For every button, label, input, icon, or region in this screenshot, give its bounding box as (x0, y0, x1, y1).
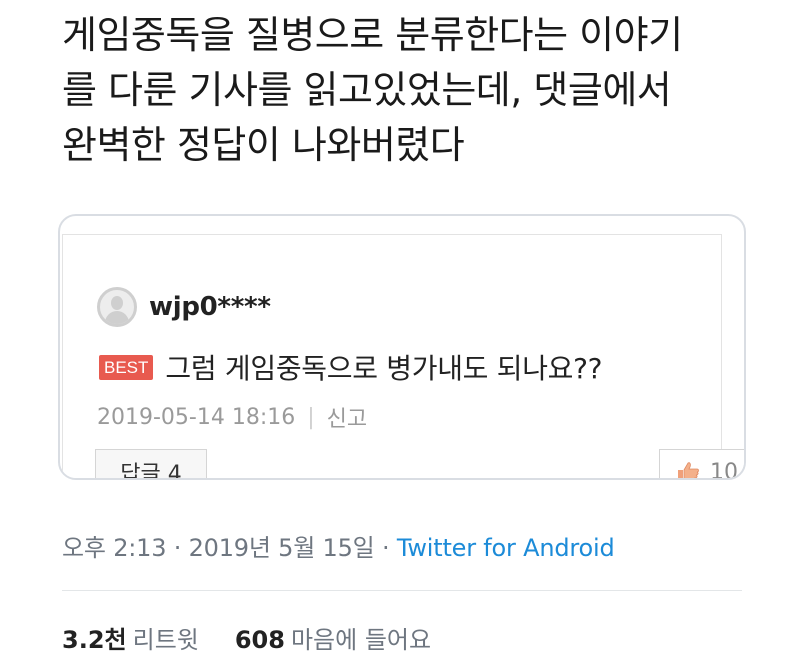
retweets-count: 3.2천 (62, 626, 127, 654)
likes-count: 608 (234, 626, 285, 654)
likes-label: 마음에 들어요 (290, 626, 432, 654)
retweets-label: 리트윗 (132, 626, 199, 654)
comment-box: wjp0**** BEST 그럼 게임중독으로 병가내도 되나요?? 2019-… (62, 234, 744, 478)
avatar-head-shape (111, 296, 123, 310)
thumbs-up-icon (678, 462, 699, 478)
like-count: 10 (710, 459, 738, 480)
tweet-text: 게임중독을 질병으로 분류한다는 이야기 를 다룬 기사를 읽고있었는데, 댓글… (62, 8, 762, 173)
tweet-timestamp: 오후 2:13 · 2019년 5월 15일 · (62, 534, 397, 562)
reply-button: 답글 4 (95, 449, 207, 478)
tweet-timestamp-line: 오후 2:13 · 2019년 5월 15일 · Twitter for And… (62, 528, 615, 563)
commenter-username: wjp0**** (149, 292, 271, 322)
avatar (97, 287, 137, 327)
comment-line: BEST 그럼 게임중독으로 병가내도 되나요?? (99, 347, 603, 387)
commenter: wjp0**** (97, 287, 271, 327)
tweet-source-link[interactable]: Twitter for Android (397, 534, 615, 562)
tweet-text-line-3: 완벽한 정답이 나와버렸다 (62, 123, 465, 167)
meta-separator: | (307, 404, 315, 430)
tweet-text-line-1: 게임중독을 질병으로 분류한다는 이야기 (62, 13, 683, 57)
avatar-body-shape (105, 311, 129, 324)
best-badge: BEST (99, 354, 154, 380)
tweet-stats: 3.2천 리트윗 608 마음에 들어요 (62, 620, 467, 655)
comment-meta: 2019-05-14 18:16 | 신고 (97, 401, 367, 433)
tweet-text-line-2: 를 다룬 기사를 읽고있었는데, 댓글에서 (62, 68, 672, 112)
attached-image-card[interactable]: wjp0**** BEST 그럼 게임중독으로 병가내도 되나요?? 2019-… (58, 214, 746, 480)
comment-datetime: 2019-05-14 18:16 (97, 404, 296, 430)
report-link: 신고 (326, 407, 368, 432)
divider (62, 590, 742, 591)
likes-stat[interactable]: 608 마음에 들어요 (235, 620, 431, 655)
retweets-stat[interactable]: 3.2천 리트윗 (62, 620, 199, 655)
like-button: 10 (659, 449, 744, 480)
comment-text: 그럼 게임중독으로 병가내도 되나요?? (165, 352, 603, 385)
